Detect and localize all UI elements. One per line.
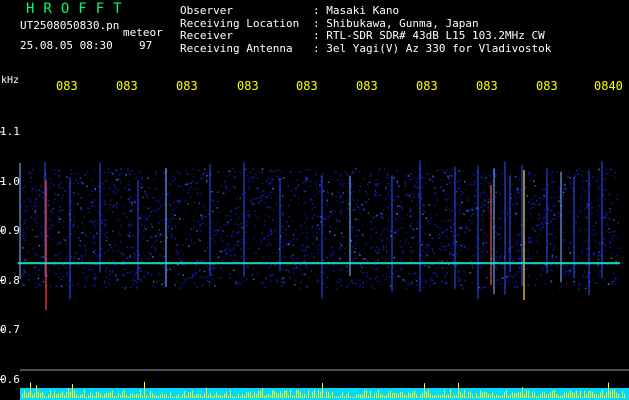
time-tick-label: 083 (416, 79, 438, 93)
time-tick-label: 0840 (594, 79, 623, 93)
image-filename: UT2508050830.pn (20, 19, 120, 32)
frequency-tick-label: 1.1 (0, 125, 20, 138)
time-tick-label: 083 (56, 79, 78, 93)
time-tick-label: 083 (356, 79, 378, 93)
detection-tag: meteor (123, 26, 163, 39)
info-value: : Masaki Kano (313, 4, 400, 17)
frequency-tick-label: 0.6 (0, 372, 20, 386)
spectrogram-canvas (0, 131, 629, 400)
app-brand: HROFFT (26, 1, 131, 17)
time-tick-label: 083 (476, 79, 498, 93)
info-value: : RTL-SDR SDR# 43dB L15 103.2MHz CW (313, 29, 545, 42)
info-value: : Shibukawa, Gunma, Japan (313, 16, 479, 30)
time-tick-label: 083 (116, 79, 138, 93)
level-bar (20, 388, 629, 400)
info-label: Observer (180, 4, 233, 17)
frequency-tick-label: 0.7 (0, 323, 20, 336)
time-tick-label: 083 (176, 79, 198, 93)
noise-field (20, 168, 620, 290)
info-label: Receiving Location (180, 16, 300, 30)
time-tick-label: 083 (536, 79, 558, 93)
frequency-tick-label: 0.8 (0, 273, 20, 287)
info-label: Receiving Antenna (180, 41, 293, 55)
info-value: : 3el Yagi(V) Az 330 for Vladivostok (313, 41, 552, 55)
detection-count: 97 (139, 39, 153, 52)
time-tick-label: 083 (296, 79, 318, 93)
info-label: Receiver (180, 29, 233, 42)
time-tick-label: 083 (237, 79, 259, 93)
frequency-tick-label: 1.0 (0, 174, 20, 188)
frequency-tick-label: 0.9 (0, 224, 20, 237)
y-axis-unit: kHz (1, 75, 20, 86)
observation-datetime: 25.08.05 08:30 (20, 39, 113, 52)
